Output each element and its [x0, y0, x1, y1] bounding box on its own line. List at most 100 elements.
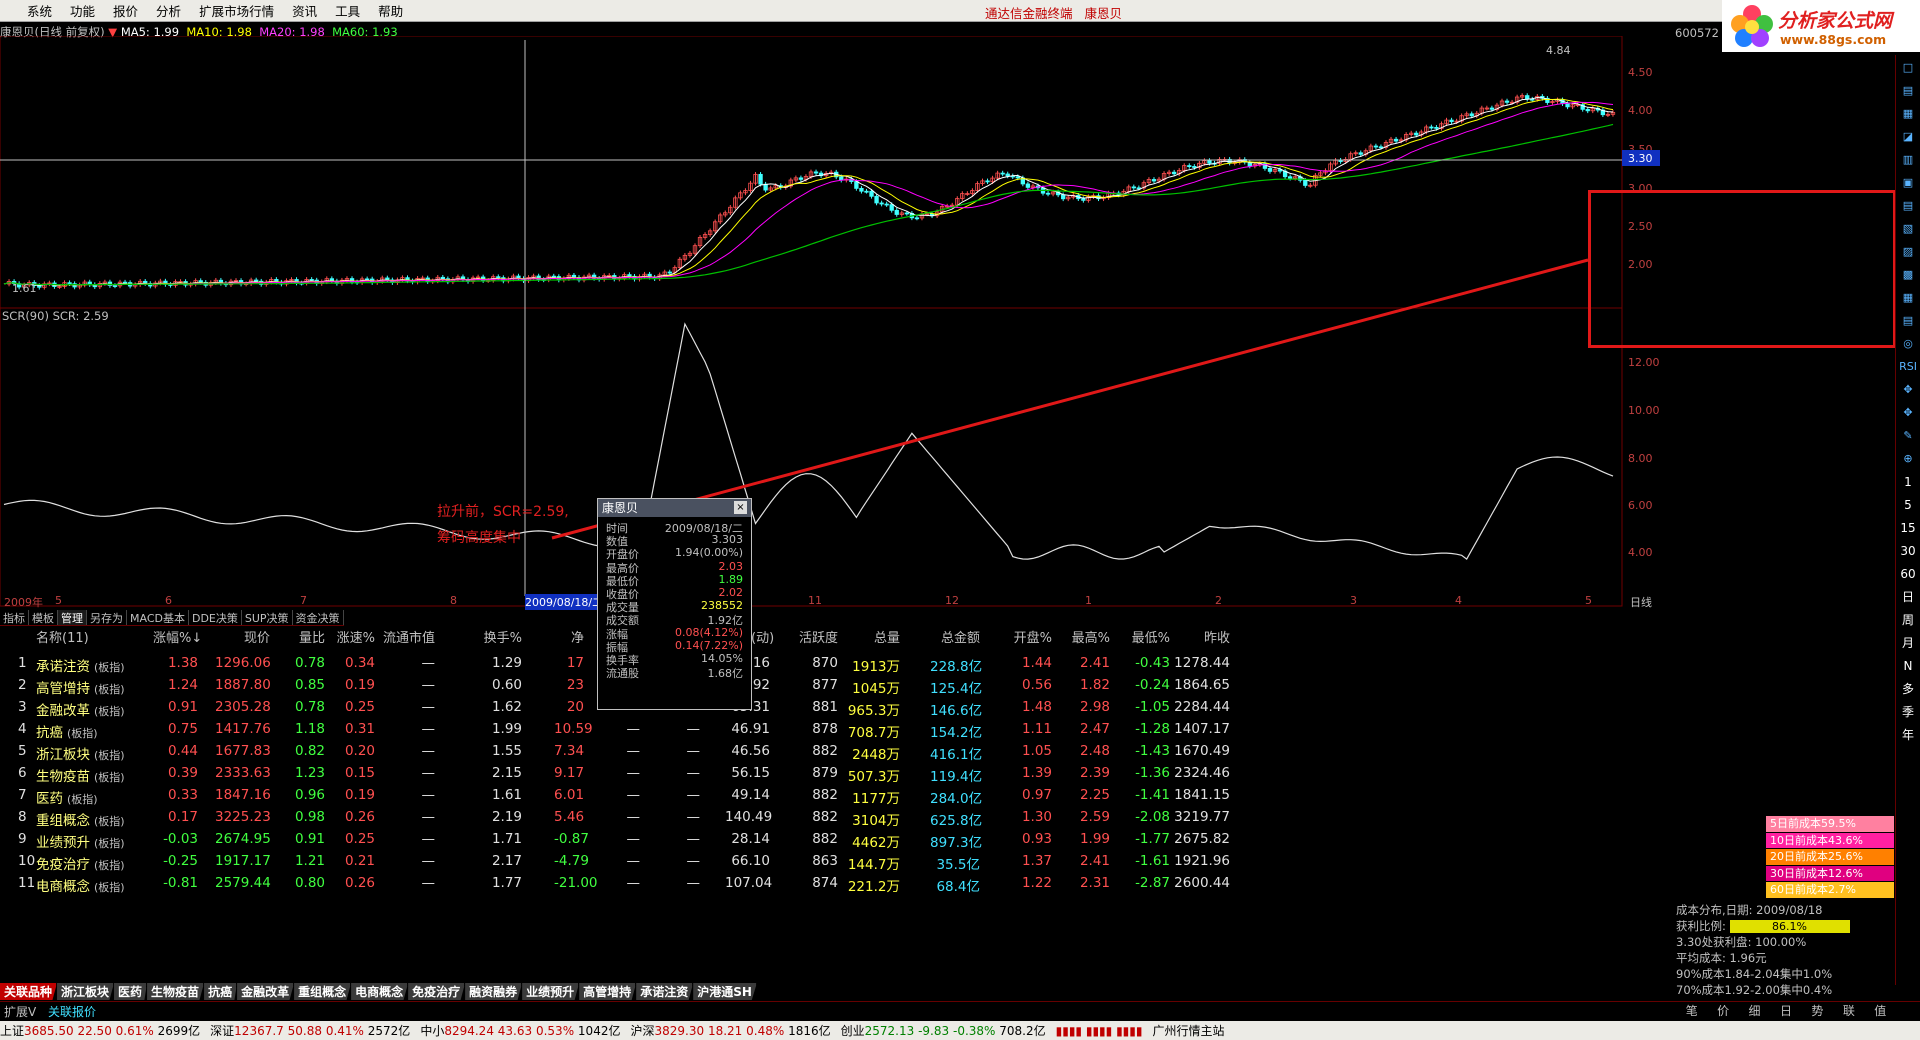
tool-button[interactable]: 5	[1897, 495, 1919, 515]
tool-button[interactable]: 30	[1897, 541, 1919, 561]
col-header[interactable]: 总金额	[930, 627, 980, 646]
sector-tab[interactable]: 生物疫苗	[147, 983, 205, 1000]
tool-button[interactable]: 60	[1897, 564, 1919, 584]
table-row[interactable]: 4 抗癌 (板指) 0.75 1417.76 1.18 0.31 — 1.99 10.59 — — 46…	[0, 721, 1660, 743]
sector-tab[interactable]: 重组概念	[294, 983, 352, 1000]
detail-tab[interactable]: 联	[1843, 1002, 1855, 1019]
sector-tab[interactable]: 关联品种	[0, 983, 58, 1000]
tool-button[interactable]: 周	[1897, 610, 1919, 630]
table-row[interactable]: 6 生物疫苗 (板指) 0.39 2333.63 1.23 0.15 — 2.15 9.17 — — 5…	[0, 765, 1660, 787]
table-row[interactable]: 1承诺注资(板指)1.381296.060.780.34—1.291744.16…	[0, 655, 1660, 677]
tool-button[interactable]: ✥	[1897, 403, 1919, 423]
tool-button[interactable]: 季	[1897, 702, 1919, 722]
data-popup[interactable]: 康恩贝 × 时间 2009/08/18/二 数值 3.303 开盘价 1.94(0.00%)…	[597, 498, 752, 710]
tool-button[interactable]: □	[1897, 58, 1919, 78]
col-header[interactable]: 开盘%	[1007, 627, 1052, 646]
tab-fund[interactable]: 资金决策	[293, 610, 344, 625]
sector-tab[interactable]: 业绩预升	[522, 983, 580, 1000]
tool-button[interactable]: ▥	[1897, 150, 1919, 170]
sector-tab[interactable]: 抗癌	[204, 983, 238, 1000]
menu-help[interactable]: 帮助	[369, 1, 412, 20]
detail-tab[interactable]: 日	[1780, 1002, 1792, 1019]
index-hs[interactable]: 沪深3829.30 18.21 0.48% 1816亿	[630, 1022, 830, 1039]
tool-button[interactable]: ◪	[1897, 127, 1919, 147]
tab-sup[interactable]: SUP决策	[242, 610, 293, 625]
menu-tools[interactable]: 工具	[326, 1, 369, 20]
tool-button[interactable]: ▤	[1897, 196, 1919, 216]
col-header[interactable]: 昨收	[1160, 627, 1230, 646]
table-row[interactable]: 9 业绩预升 (板指) -0.03 2674.95 0.91 0.25 — 1.71 -0.87 —…	[0, 831, 1660, 853]
tool-button[interactable]: 15	[1897, 518, 1919, 538]
col-header[interactable]: 量比	[285, 627, 325, 646]
sector-tab[interactable]: 免疫治疗	[408, 983, 466, 1000]
detail-tab[interactable]: 值	[1874, 1002, 1886, 1019]
detail-tab[interactable]: 价	[1717, 1002, 1729, 1019]
tab-manage[interactable]: 管理	[58, 610, 87, 625]
tab-dde[interactable]: DDE决策	[189, 610, 242, 625]
col-header[interactable]: 现价	[215, 627, 270, 646]
col-header[interactable]: 最高%	[1065, 627, 1110, 646]
sector-tab[interactable]: 沪港通SH	[693, 983, 757, 1000]
close-icon[interactable]: ×	[734, 501, 747, 514]
table-row[interactable]: 5 浙江板块 (板指) 0.44 1677.83 0.82 0.20 — 1.55 7.34 — — 4…	[0, 743, 1660, 765]
period-label[interactable]: 日线	[1630, 594, 1652, 610]
related-quote-button[interactable]: 关联报价	[48, 1003, 96, 1020]
index-cy[interactable]: 创业2572.13 -9.83 -0.38% 708.2亿	[841, 1022, 1046, 1039]
tab-macd[interactable]: MACD基本	[127, 610, 189, 625]
sector-tab[interactable]: 金融改革	[237, 983, 295, 1000]
menu-ext-market[interactable]: 扩展市场行情	[190, 1, 283, 20]
table-row[interactable]: 8 重组概念 (板指) 0.17 3225.23 0.98 0.26 — 2.19 5.46 — — 1…	[0, 809, 1660, 831]
col-header[interactable]: 涨幅%↓	[153, 627, 202, 646]
index-sz[interactable]: 深证12367.7 50.88 0.41% 2572亿	[210, 1022, 410, 1039]
sector-tab[interactable]: 浙江板块	[57, 983, 115, 1000]
tool-button[interactable]: ▤	[1897, 311, 1919, 331]
table-row[interactable]: 2高管增持(板指)1.241887.800.850.19—0.602331.92…	[0, 677, 1660, 699]
sector-tab[interactable]: 融资融券	[465, 983, 523, 1000]
tool-button[interactable]: ⊕	[1897, 449, 1919, 469]
tool-button[interactable]: ◎	[1897, 334, 1919, 354]
tool-button[interactable]: ▦	[1897, 104, 1919, 124]
tab-save-as[interactable]: 另存为	[87, 610, 127, 625]
table-row[interactable]: 7 医药 (板指) 0.33 1847.16 0.96 0.19 — 1.61 6.01 — — 49.…	[0, 787, 1660, 809]
tool-button[interactable]: ▤	[1897, 81, 1919, 101]
detail-tab[interactable]: 细	[1749, 1002, 1761, 1019]
menu-function[interactable]: 功能	[61, 1, 104, 20]
sector-tab[interactable]: 承诺注资	[636, 983, 694, 1000]
table-row[interactable]: 10 免疫治疗 (板指) -0.25 1917.17 1.21 0.21 — 2.17 -4.79…	[0, 853, 1660, 875]
col-header[interactable]: 流通市值	[375, 627, 435, 646]
menu-system[interactable]: 系统	[18, 1, 61, 20]
col-header[interactable]: 名称(11)	[36, 627, 89, 646]
detail-tab[interactable]: 笔	[1686, 1002, 1698, 1019]
menu-info[interactable]: 资讯	[283, 1, 326, 20]
col-header[interactable]: 换手%	[482, 627, 522, 646]
tool-button[interactable]: ▣	[1897, 173, 1919, 193]
sector-tab[interactable]: 医药	[114, 983, 148, 1000]
tool-button[interactable]: ▩	[1897, 265, 1919, 285]
tool-button[interactable]: ✎	[1897, 426, 1919, 446]
col-header[interactable]: 涨速%	[335, 627, 375, 646]
index-zx[interactable]: 中小8294.24 43.63 0.53% 1042亿	[420, 1022, 620, 1039]
tab-template[interactable]: 模板	[29, 610, 58, 625]
tool-button[interactable]: RSI	[1897, 357, 1919, 377]
index-sh[interactable]: 上证3685.50 22.50 0.61% 2699亿	[0, 1022, 200, 1039]
tool-button[interactable]: ✥	[1897, 380, 1919, 400]
kline-chart[interactable]: 4.504.003.503.002.502.00 12.0010.008.006…	[0, 36, 1660, 636]
tool-button[interactable]: 年	[1897, 725, 1919, 745]
tool-button[interactable]: 1	[1897, 472, 1919, 492]
table-row[interactable]: 11 电商概念 (板指) -0.81 2579.44 0.80 0.26 — 1.77 -21.0…	[0, 875, 1660, 897]
tool-button[interactable]: ▧	[1897, 219, 1919, 239]
col-header[interactable]: 净	[554, 627, 584, 646]
tool-button[interactable]: ▨	[1897, 242, 1919, 262]
sector-tab[interactable]: 高管增持	[579, 983, 637, 1000]
tool-button[interactable]: 日	[1897, 587, 1919, 607]
tool-button[interactable]: ▦	[1897, 288, 1919, 308]
tool-button[interactable]: 月	[1897, 633, 1919, 653]
tool-button[interactable]: 多	[1897, 679, 1919, 699]
ext-button[interactable]: 扩展V	[4, 1003, 36, 1020]
tool-button[interactable]: N	[1897, 656, 1919, 676]
menu-quote[interactable]: 报价	[104, 1, 147, 20]
detail-tab[interactable]: 势	[1811, 1002, 1823, 1019]
col-header[interactable]: 活跃度	[778, 627, 838, 646]
menu-analysis[interactable]: 分析	[147, 1, 190, 20]
table-row[interactable]: 3金融改革(板指)0.912305.280.780.25—1.622065.31…	[0, 699, 1660, 721]
